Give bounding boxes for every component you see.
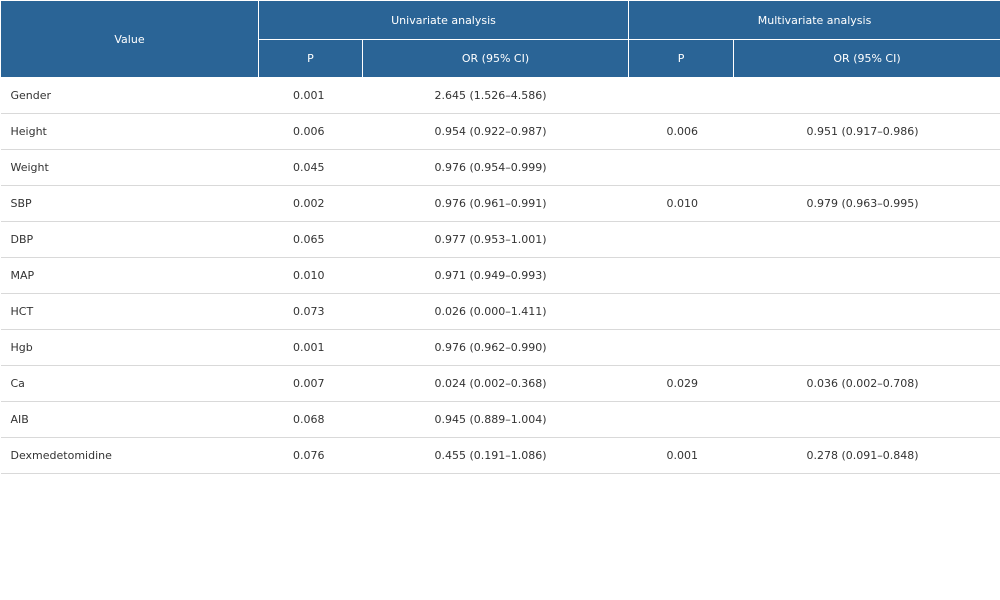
variable-name: AIB: [0, 401, 259, 438]
variable-name: Ca: [0, 365, 259, 402]
multivariate-p-value: 0.010: [628, 185, 734, 222]
univariate-p-value: 0.010: [258, 257, 363, 294]
multivariate-header: Multivariate analysis: [628, 0, 1000, 40]
univariate-p-value: 0.076: [258, 437, 363, 474]
multivariate-p-value: 0.001: [628, 437, 734, 474]
multivariate-p-value: 0.006: [628, 113, 734, 150]
univariate-p-header: P: [258, 39, 363, 78]
univariate-p-value: 0.001: [258, 77, 363, 114]
multivariate-p-value: [628, 257, 734, 294]
value-column-header: Value: [0, 0, 259, 78]
table-row: Height 0.006 0.954 (0.922–0.987) 0.006 0…: [0, 113, 1000, 150]
multivariate-or-value: 0.951 (0.917–0.986): [733, 113, 1000, 150]
multivariate-p-header: P: [628, 39, 735, 78]
univariate-p-value: 0.006: [258, 113, 363, 150]
univariate-or-value: 0.976 (0.954–0.999): [362, 149, 629, 186]
variable-name: Weight: [0, 149, 259, 186]
multivariate-or-value: [733, 401, 1000, 438]
univariate-p-value: 0.002: [258, 185, 363, 222]
univariate-or-header: OR (95% CI): [361, 39, 630, 78]
multivariate-p-value: 0.029: [628, 365, 734, 402]
table-row: AIB 0.068 0.945 (0.889–1.004): [0, 401, 1000, 438]
multivariate-p-value: [628, 77, 734, 114]
table-row: Dexmedetomidine 0.076 0.455 (0.191–1.086…: [0, 437, 1000, 474]
table-row: Hgb 0.001 0.976 (0.962–0.990): [0, 329, 1000, 366]
multivariate-p-value: [628, 221, 734, 258]
multivariate-or-value: [733, 149, 1000, 186]
table-row: SBP 0.002 0.976 (0.961–0.991) 0.010 0.97…: [0, 185, 1000, 222]
table-row: Gender 0.001 2.645 (1.526–4.586): [0, 77, 1000, 114]
univariate-p-value: 0.001: [258, 329, 363, 366]
multivariate-or-value: [733, 257, 1000, 294]
multivariate-or-value: [733, 293, 1000, 330]
univariate-p-value: 0.045: [258, 149, 363, 186]
table-header: Value Univariate analysis Multivariate a…: [0, 0, 1000, 78]
variable-name: HCT: [0, 293, 259, 330]
multivariate-or-header: OR (95% CI): [733, 39, 1000, 78]
univariate-or-value: 0.024 (0.002–0.368): [362, 365, 629, 402]
table-row: HCT 0.073 0.026 (0.000–1.411): [0, 293, 1000, 330]
table-container: Value Univariate analysis Multivariate a…: [0, 0, 1000, 600]
multivariate-p-value: [628, 329, 734, 366]
univariate-or-value: 0.945 (0.889–1.004): [362, 401, 629, 438]
variable-name: MAP: [0, 257, 259, 294]
univariate-or-value: 0.455 (0.191–1.086): [362, 437, 629, 474]
variable-name: SBP: [0, 185, 259, 222]
univariate-p-value: 0.007: [258, 365, 363, 402]
variable-name: Gender: [0, 77, 259, 114]
multivariate-or-value: 0.036 (0.002–0.708): [733, 365, 1000, 402]
univariate-header: Univariate analysis: [257, 0, 630, 40]
univariate-p-value: 0.073: [258, 293, 363, 330]
regression-table: Value Univariate analysis Multivariate a…: [0, 0, 1000, 474]
multivariate-or-value: 0.979 (0.963–0.995): [733, 185, 1000, 222]
multivariate-or-value: [733, 221, 1000, 258]
multivariate-or-value: 0.278 (0.091–0.848): [733, 437, 1000, 474]
multivariate-p-value: [628, 149, 734, 186]
univariate-or-value: 0.954 (0.922–0.987): [362, 113, 629, 150]
univariate-or-value: 2.645 (1.526–4.586): [362, 77, 629, 114]
univariate-or-value: 0.976 (0.961–0.991): [362, 185, 629, 222]
table-row: Ca 0.007 0.024 (0.002–0.368) 0.029 0.036…: [0, 365, 1000, 402]
univariate-or-value: 0.971 (0.949–0.993): [362, 257, 629, 294]
univariate-p-value: 0.065: [258, 221, 363, 258]
multivariate-or-value: [733, 329, 1000, 366]
variable-name: Hgb: [0, 329, 259, 366]
univariate-or-value: 0.977 (0.953–1.001): [362, 221, 629, 258]
table-row: Weight 0.045 0.976 (0.954–0.999): [0, 149, 1000, 186]
multivariate-or-value: [733, 77, 1000, 114]
univariate-or-value: 0.026 (0.000–1.411): [362, 293, 629, 330]
multivariate-p-value: [628, 401, 734, 438]
univariate-p-value: 0.068: [258, 401, 363, 438]
table-row: DBP 0.065 0.977 (0.953–1.001): [0, 221, 1000, 258]
variable-name: Height: [0, 113, 259, 150]
variable-name: DBP: [0, 221, 259, 258]
multivariate-p-value: [628, 293, 734, 330]
table-row: MAP 0.010 0.971 (0.949–0.993): [0, 257, 1000, 294]
univariate-or-value: 0.976 (0.962–0.990): [362, 329, 629, 366]
variable-name: Dexmedetomidine: [0, 437, 259, 474]
table-body: Gender 0.001 2.645 (1.526–4.586) Height …: [0, 77, 1000, 474]
